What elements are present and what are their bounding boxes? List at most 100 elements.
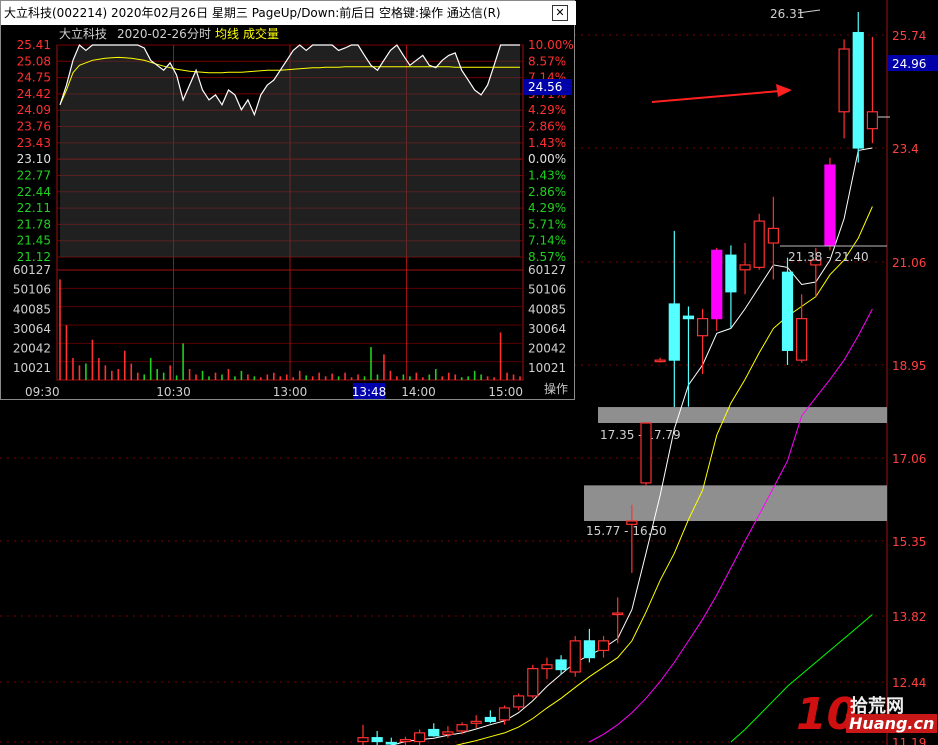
candle-body bbox=[371, 737, 383, 743]
intraday-price-tick: 24.75 bbox=[17, 71, 51, 85]
intraday-mode: 分时 bbox=[187, 27, 211, 41]
candle bbox=[753, 213, 765, 270]
candle-body bbox=[612, 612, 624, 616]
candle-body bbox=[583, 640, 596, 659]
intraday-popup-window[interactable]: 大立科技(002214) 2020年02月26日 星期三 PageUp/Down… bbox=[0, 0, 576, 401]
candle-body bbox=[597, 640, 610, 652]
intraday-price-tick: 24.09 bbox=[17, 103, 51, 117]
cursor-price-label: 24.56 bbox=[528, 80, 562, 94]
annotation-arrow-head bbox=[776, 84, 792, 97]
time-tick-label: 15:00 bbox=[488, 385, 523, 399]
price-tick-label: 12.44 bbox=[892, 676, 926, 690]
candle-body bbox=[498, 707, 511, 721]
intraday-pct-tick: 7.14% bbox=[528, 234, 566, 248]
time-tick-label: 13:00 bbox=[273, 385, 308, 399]
intraday-price-tick: 21.45 bbox=[17, 234, 51, 248]
annotation-arrow-shaft bbox=[651, 90, 781, 103]
intraday-pct-tick: 8.57% bbox=[528, 54, 566, 68]
candle bbox=[541, 657, 553, 680]
candle bbox=[640, 422, 652, 486]
reference-label: 21.38 - 21.40 bbox=[788, 250, 869, 264]
volume-tick-left: 10021 bbox=[13, 361, 51, 375]
price-area bbox=[60, 45, 520, 257]
candle-body bbox=[513, 695, 525, 708]
current-price-label: 24.96 bbox=[892, 57, 926, 71]
cursor-time-label: 13:48 bbox=[352, 385, 387, 399]
candle bbox=[357, 724, 369, 745]
price-tick-label: 21.06 bbox=[892, 256, 926, 270]
candle-body bbox=[654, 359, 666, 363]
candle bbox=[824, 157, 836, 251]
candle bbox=[597, 636, 610, 658]
candle bbox=[484, 710, 496, 724]
close-icon[interactable]: ✕ bbox=[552, 5, 568, 21]
candle bbox=[668, 230, 680, 408]
candle-body bbox=[357, 737, 369, 743]
gap-zone-label: 17.35 - 17.79 bbox=[600, 428, 681, 442]
candle bbox=[371, 730, 383, 745]
candle-body bbox=[456, 724, 468, 732]
gap-zone bbox=[598, 407, 887, 423]
candle-body bbox=[796, 318, 808, 361]
intraday-pct-tick: 4.29% bbox=[528, 103, 566, 117]
candle bbox=[385, 737, 397, 745]
intraday-pct-tick: 5.71% bbox=[528, 217, 566, 231]
popup-title-bar[interactable]: 大立科技(002214) 2020年02月26日 星期三 PageUp/Down… bbox=[1, 1, 576, 25]
candle bbox=[838, 39, 850, 139]
candle-body bbox=[668, 303, 680, 361]
volume-tick-left: 50106 bbox=[13, 283, 51, 297]
intraday-price-tick: 21.78 bbox=[17, 217, 51, 231]
candle bbox=[414, 729, 426, 745]
volume-tick-right: 20042 bbox=[528, 342, 566, 356]
candle bbox=[725, 245, 737, 329]
intraday-pct-tick: 1.43% bbox=[528, 168, 566, 182]
volume-tick-right: 40085 bbox=[528, 302, 566, 316]
candle bbox=[767, 196, 779, 280]
price-tick-label: 13.82 bbox=[892, 610, 926, 624]
candle bbox=[711, 247, 723, 331]
volume-tick-right: 30064 bbox=[528, 322, 566, 336]
candle bbox=[428, 723, 440, 737]
candle-body bbox=[442, 731, 454, 735]
price-tick-label: 15.35 bbox=[892, 535, 926, 549]
candle bbox=[852, 12, 864, 163]
volume-tick-right: 10021 bbox=[528, 361, 566, 375]
intraday-chart[interactable]: 大立科技 2020-02-26 分时 均线 成交量 25.41 10.00% 25.08 8.5… bbox=[1, 25, 576, 401]
time-tick-label: 10:30 bbox=[156, 385, 191, 399]
candle-body bbox=[640, 422, 652, 484]
candle-body bbox=[739, 264, 751, 271]
intraday-price-tick: 21.12 bbox=[17, 250, 51, 264]
watermark-url: Huang.cn bbox=[846, 714, 938, 733]
operate-button[interactable]: 操作 bbox=[544, 380, 568, 397]
high-price-label: 26.31 bbox=[770, 7, 804, 21]
candle-body bbox=[725, 254, 737, 293]
time-tick-label: 14:00 bbox=[401, 385, 436, 399]
candle bbox=[583, 628, 596, 663]
candle-body bbox=[428, 728, 440, 737]
volume-tick-left: 60127 bbox=[13, 263, 51, 277]
candle-body bbox=[484, 716, 496, 722]
candle-body bbox=[682, 315, 695, 320]
candle-body bbox=[696, 318, 709, 337]
candle-body bbox=[753, 220, 765, 268]
candle-body bbox=[767, 227, 779, 244]
intraday-price-tick: 22.44 bbox=[17, 185, 51, 199]
intraday-pct-tick: 4.29% bbox=[528, 201, 566, 215]
volume-tick-left: 40085 bbox=[13, 302, 51, 316]
intraday-price-tick: 25.08 bbox=[17, 54, 51, 68]
gap-zone bbox=[584, 485, 887, 521]
price-tick-label: 25.74 bbox=[892, 29, 926, 43]
candle-body bbox=[569, 640, 581, 673]
candle-body bbox=[555, 659, 567, 671]
candle-body bbox=[781, 271, 794, 351]
intraday-pct-tick: 2.86% bbox=[528, 120, 566, 134]
intraday-price-tick: 23.10 bbox=[17, 152, 51, 166]
candle-body bbox=[866, 111, 879, 130]
candle bbox=[513, 693, 525, 711]
intraday-pct-tick: 8.57% bbox=[528, 250, 566, 264]
intraday-price-tick: 22.11 bbox=[17, 201, 51, 215]
intraday-price-tick: 22.77 bbox=[17, 168, 51, 182]
intraday-price-tick: 25.41 bbox=[17, 38, 51, 52]
candle bbox=[470, 715, 482, 729]
candle bbox=[866, 36, 879, 144]
